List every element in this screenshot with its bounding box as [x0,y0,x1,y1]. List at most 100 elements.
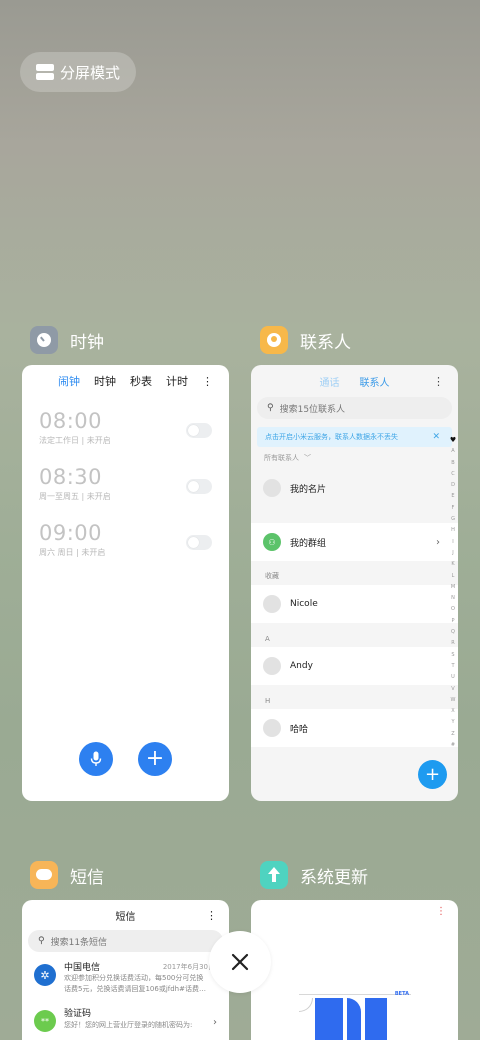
voice-alarm-button[interactable] [79,742,113,776]
thread-date: 2017年6月30日 [162,963,215,971]
alphabet-index-letter[interactable]: A [449,446,457,457]
messages-app-icon [30,861,58,889]
alphabet-index-letter[interactable]: L [449,571,457,582]
alphabet-index-letter[interactable]: ♥ [449,435,457,446]
messages-search-input[interactable]: ⚲ 搜索11条短信 [28,930,223,952]
add-alarm-button[interactable]: + [138,742,172,776]
alphabet-index-letter[interactable]: G [449,514,457,525]
contact-row[interactable]: Andy [251,647,458,685]
system-update-app-card[interactable]: ⋮ BETA [251,900,458,1040]
group-icon: ⚇ [263,533,281,551]
alarm-toggle[interactable] [186,535,212,550]
china-telecom-logo: ✲ [34,964,56,986]
thread-preview: 欢迎参加积分兑换话费活动，每500分可兑换 [64,974,204,982]
alphabet-index-letter[interactable]: Z [449,729,457,740]
alphabet-index-letter[interactable]: R [449,638,457,649]
tab-alarm[interactable]: 闹钟 [58,373,80,389]
more-options-icon[interactable]: ⋮ [436,906,446,917]
microphone-icon [90,751,102,766]
message-thread[interactable]: ✲ 中国电信 2017年6月30日 欢迎参加积分兑换话费活动，每500分可兑换 … [22,958,229,1002]
avatar [263,657,281,675]
chevron-right-icon: › [213,1017,217,1028]
contact-name: Nicole [290,599,318,609]
messages-app-header[interactable]: 短信 [30,861,104,889]
alphabet-index-letter[interactable]: K [449,559,457,570]
contacts-app-header[interactable]: 联系人 [260,326,351,354]
tab-calls[interactable]: 通话 [320,374,340,389]
alphabet-index-letter[interactable]: B [449,458,457,469]
contacts-tab-bar: 通话 联系人 ⋮ [251,365,458,397]
alphabet-index[interactable]: ♥ A B C D E F G H I J K L M N O P Q R S T U V W X Y Z # [449,435,457,751]
alphabet-index-letter[interactable]: T [449,661,457,672]
alphabet-index-letter[interactable]: E [449,491,457,502]
alphabet-index-letter[interactable]: Y [449,717,457,728]
alphabet-index-letter[interactable]: W [449,695,457,706]
tab-stopwatch[interactable]: 秒表 [130,373,152,389]
messages-title-bar: 短信 ⋮ [22,900,229,930]
thread-preview: 话费5元，兑换话费请回复106或jfdh#话费… [64,985,206,993]
alphabet-index-letter[interactable]: X [449,706,457,717]
clear-all-button[interactable] [209,931,271,993]
close-icon[interactable]: ✕ [432,432,440,442]
my-groups-label: 我的群组 [290,538,327,549]
alphabet-index-letter[interactable]: C [449,469,457,480]
alphabet-index-letter[interactable]: F [449,503,457,514]
alphabet-index-letter[interactable]: V [449,684,457,695]
clock-app-icon [30,326,58,354]
alarm-toggle[interactable] [186,423,212,438]
contact-row[interactable]: 哈哈 [251,709,458,747]
message-thread[interactable]: ** 验证码 您好！您的网上营业厅登录的随机密码为: › [22,1002,229,1040]
avatar [263,719,281,737]
alphabet-index-letter[interactable]: # [449,740,457,751]
alphabet-index-letter[interactable]: S [449,650,457,661]
my-groups-row[interactable]: ⚇ 我的群组 › [251,523,458,561]
alphabet-index-letter[interactable]: J [449,548,457,559]
chevron-down-icon: ﹀ [304,454,311,462]
contact-name: Andy [290,661,313,671]
clock-app-card[interactable]: 闹钟 时钟 秒表 计时 ⋮ 08:00 法定工作日 | 未开启 08:30 周一… [22,365,229,801]
system-update-app-icon [260,861,288,889]
search-placeholder: 搜索11条短信 [50,937,108,948]
alphabet-index-letter[interactable]: Q [449,627,457,638]
more-options-icon[interactable]: ⋮ [206,909,217,922]
split-screen-button[interactable]: 分屏模式 [20,52,136,92]
alarm-item[interactable]: 08:30 周一至周五 | 未开启 [22,465,229,521]
verification-code-icon: ** [34,1010,56,1032]
alphabet-index-letter[interactable]: O [449,604,457,615]
clock-app-header[interactable]: 时钟 [30,326,104,354]
plus-icon: + [145,746,165,771]
alphabet-index-letter[interactable]: M [449,582,457,593]
more-options-icon[interactable]: ⋮ [433,375,444,388]
banner-text: 点击开启小米云服务，联系人数据永不丢失 [265,433,398,441]
messages-app-card[interactable]: 短信 ⋮ ⚲ 搜索11条短信 ✲ 中国电信 2017年6月30日 欢迎参加积分兑… [22,900,229,1040]
alphabet-index-letter[interactable]: U [449,672,457,683]
section-header-a: A [265,635,270,643]
tab-clock[interactable]: 时钟 [94,373,116,389]
more-options-icon[interactable]: ⋮ [202,375,213,388]
contacts-app-card[interactable]: 通话 联系人 ⋮ ⚲ 搜索15位联系人 点击开启小米云服务，联系人数据永不丢失 … [251,365,458,801]
clock-app-name: 时钟 [70,332,104,353]
split-screen-icon [36,64,54,80]
tab-contacts[interactable]: 联系人 [360,374,390,389]
contacts-app-icon [260,326,288,354]
alarm-toggle[interactable] [186,479,212,494]
contact-row[interactable]: Nicole [251,585,458,623]
alphabet-index-letter[interactable]: D [449,480,457,491]
cloud-service-banner[interactable]: 点击开启小米云服务，联系人数据永不丢失 ✕ [257,427,452,447]
alphabet-index-letter[interactable]: H [449,525,457,536]
chevron-right-icon: › [436,536,440,548]
alphabet-index-letter[interactable]: P [449,616,457,627]
section-header-h: H [265,697,271,705]
alphabet-index-letter[interactable]: I [449,537,457,548]
contacts-search-input[interactable]: ⚲ 搜索15位联系人 [257,397,452,419]
alphabet-index-letter[interactable]: N [449,593,457,604]
tab-timer[interactable]: 计时 [166,373,188,389]
search-icon: ⚲ [38,936,45,946]
my-card-row[interactable]: 我的名片 [251,469,458,507]
alarm-item[interactable]: 09:00 周六 周日 | 未开启 [22,521,229,577]
system-update-app-header[interactable]: 系统更新 [260,861,368,889]
alarm-item[interactable]: 08:00 法定工作日 | 未开启 [22,409,229,465]
contacts-filter[interactable]: 所有联系人 ﹀ [251,447,458,469]
add-contact-button[interactable]: + [418,760,447,789]
search-icon: ⚲ [267,403,274,413]
